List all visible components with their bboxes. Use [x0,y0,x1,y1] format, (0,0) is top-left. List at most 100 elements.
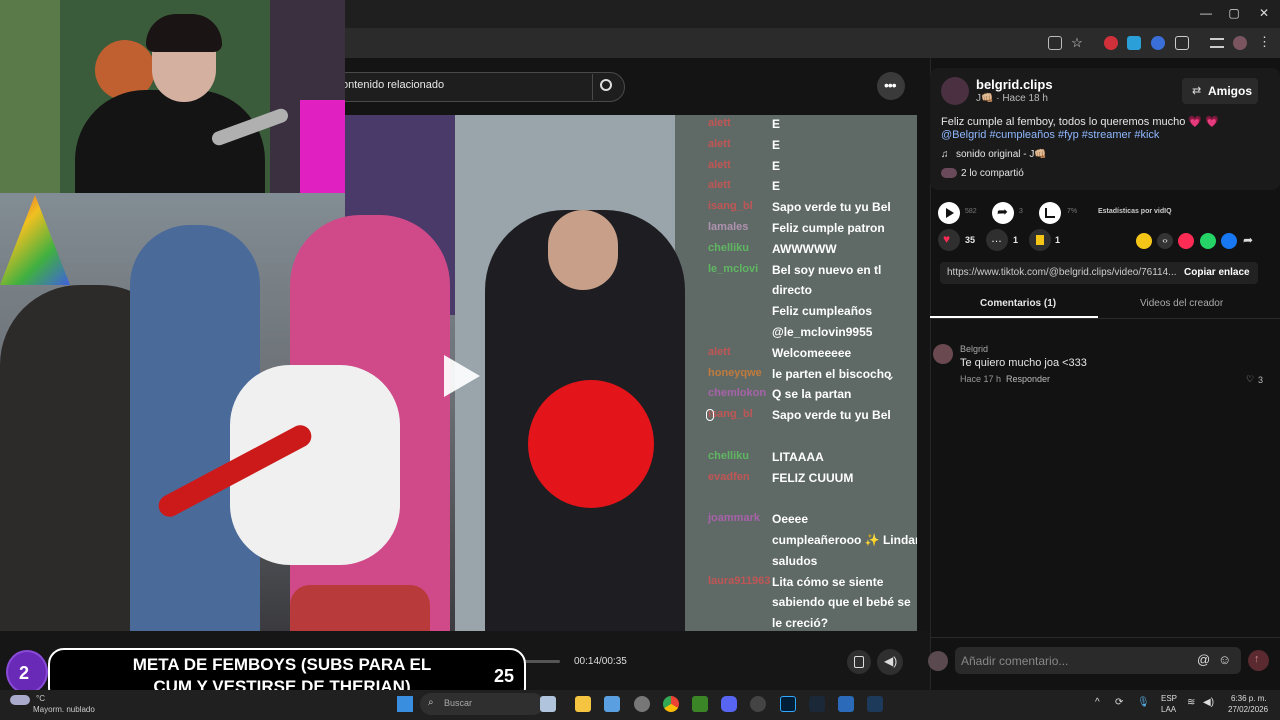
save-button[interactable] [1029,229,1051,251]
steam-icon[interactable] [809,696,825,712]
friends-swap-icon: ⇄ [1192,85,1202,97]
play-count-button[interactable] [938,202,960,224]
tray-date[interactable]: 27/02/2026 [1228,705,1268,714]
extensions-puzzle-icon[interactable] [1175,36,1189,50]
volume-icon: ◀) [884,654,898,668]
chat-message: AWWWWW [772,241,837,256]
play-count: 582 [965,208,977,215]
chrome-icon[interactable] [663,696,679,712]
chat-username: honeyqwe [708,366,762,379]
share-count-button[interactable]: ➦ [992,202,1014,224]
post-sound[interactable]: sonido original - J👊🏼 [956,149,1047,160]
weather-icon[interactable] [10,695,30,705]
chat-username: lamales [708,221,749,233]
extension-blue-icon[interactable] [1127,36,1141,50]
share-count: 3 [1019,208,1023,215]
tray-sync-icon[interactable]: ⟳ [1115,697,1123,708]
windows-start-icon[interactable] [397,696,413,712]
comment-bubble-icon: … [991,233,1002,245]
author-name[interactable]: belgrid.clips [976,77,1053,92]
tab-creator-videos[interactable]: Videos del creador [1140,298,1223,309]
extension-vpn-icon[interactable] [1151,36,1165,50]
taskbar-widget-icon[interactable] [540,696,556,712]
comment-count: 1 [1013,235,1019,245]
app-icon[interactable] [867,696,883,712]
more-options-button[interactable]: ••• [877,72,905,100]
pip-button[interactable] [847,650,871,674]
music-note-icon: ♫ [941,149,949,160]
share-send-icon[interactable] [1178,233,1194,249]
streamer-body [75,90,265,193]
maximize-button[interactable]: ▢ [1224,6,1244,20]
video-url: https://www.tiktok.com/@belgrid.clips/vi… [947,267,1177,278]
post-hashtags[interactable]: @Belgrid #cumpleaños #fyp #streamer #kic… [941,129,1159,141]
share-coin-icon[interactable] [1136,233,1152,249]
emoji-icon[interactable]: ☺ [1218,652,1231,667]
minecraft-icon[interactable] [692,696,708,712]
volume-button[interactable]: ◀) [877,649,903,675]
comment-reply-button[interactable]: Responder [1006,374,1050,384]
like-button[interactable]: ♥ [938,229,960,251]
chat-message: LITAAAA [772,449,824,464]
vpn-app-icon[interactable] [838,696,854,712]
close-button[interactable]: ✕ [1254,6,1274,20]
send-comment-button[interactable]: ↑ [1248,650,1269,671]
tab-comments[interactable]: Comentarios (1) [980,298,1056,309]
whatsapp-icon[interactable] [1200,233,1216,249]
comment-button[interactable]: … [986,229,1008,251]
copy-link-button[interactable]: Copiar enlace [1184,267,1250,278]
file-explorer-icon[interactable] [575,696,591,712]
more-share-icon[interactable]: ➦ [1243,233,1253,247]
chrome-menu-icon[interactable]: ⋮ [1258,34,1272,49]
webcam-led-light [300,100,345,193]
comment-user[interactable]: Belgrid [960,344,988,354]
friends-button[interactable]: ⇄ Amigos [1182,78,1258,104]
comment-input[interactable]: Añadir comentario... @ ☺ [955,647,1241,674]
settings-gear-icon[interactable] [634,696,650,712]
play-icon[interactable] [444,355,480,397]
tray-wifi-icon[interactable]: ≋ [1187,697,1195,708]
comment-input-divider [930,637,1280,638]
comment-avatar[interactable] [933,344,953,364]
stats-pct: 7% [1067,208,1078,215]
photos-icon[interactable] [604,696,620,712]
tray-lang-layout[interactable]: LAA [1161,705,1176,714]
minimize-button[interactable]: — [1196,6,1216,20]
red-balloon [528,380,654,508]
mention-icon[interactable]: @ [1197,652,1210,667]
comment-like-count: 3 [1258,375,1264,385]
tray-mic-icon[interactable]: 🎙 [1137,697,1150,708]
taskbar-search[interactable]: ⌕ Buscar [420,693,544,715]
chat-message: E [772,137,781,152]
stats-button[interactable] [1039,202,1061,224]
chat-message: sabiendo que el bebé se [772,595,911,610]
tray-lang[interactable]: ESP [1161,694,1177,703]
extension-red-icon[interactable] [1104,36,1118,50]
comment-like-icon[interactable]: ♡ [1246,374,1254,385]
install-app-icon[interactable] [1048,36,1062,50]
facebook-icon[interactable] [1221,233,1237,249]
embed-code-icon[interactable]: ‹› [1157,233,1173,249]
weather-temp: °C [36,694,45,703]
chat-message: Bel soy nuevo en tl [772,262,882,277]
birthday-cake [290,585,430,631]
save-count: 1 [1055,235,1061,245]
photoshop-icon[interactable] [780,696,796,712]
author-avatar[interactable] [941,77,969,105]
tray-volume-icon[interactable]: ◀) [1203,697,1214,708]
chat-message: Q se la partan [772,387,852,402]
profile-avatar-icon[interactable] [1233,36,1247,50]
chat-message: E [772,179,781,194]
tray-time[interactable]: 6:36 p. m. [1231,694,1267,703]
discord-icon[interactable] [721,696,737,712]
search-icon[interactable] [600,79,612,91]
chat-username: isang_bl [708,200,753,213]
face-girl [548,210,618,290]
media-control-icon[interactable] [1210,38,1224,48]
chat-message: Lita cómo se siente [772,574,884,589]
bookmark-star-icon[interactable]: ☆ [1070,36,1084,50]
shared-count: 2 lo compartió [961,168,1024,179]
tray-chevron-icon[interactable]: ^ [1095,697,1100,708]
chat-username: chemlokon [708,387,767,400]
obs-icon[interactable] [750,696,766,712]
